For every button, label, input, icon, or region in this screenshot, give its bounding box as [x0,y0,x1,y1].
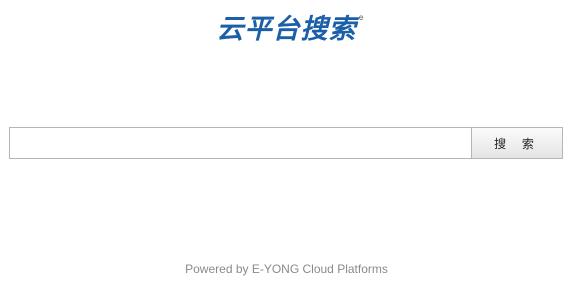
search-page: 云平台搜索 e 搜 索 Powered by E-YONG Cloud Plat… [0,0,573,290]
footer-powered-by: Powered by E-YONG Cloud Platforms [185,262,388,276]
logo: 云平台搜索 e [0,13,573,47]
logo-title: 云平台搜索 [216,14,357,45]
logo-mark: e [358,13,365,22]
logo-text: 云平台搜索 e [216,13,364,47]
search-button[interactable]: 搜 索 [471,127,563,159]
search-bar: 搜 索 [9,127,563,159]
search-input[interactable] [9,127,471,159]
